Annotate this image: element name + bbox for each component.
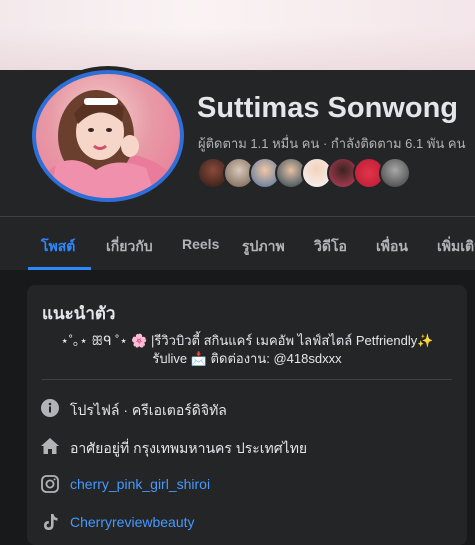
instagram-icon <box>40 474 60 494</box>
profile-avatar[interactable] <box>32 70 184 202</box>
friend-avatar[interactable] <box>379 157 411 189</box>
tab-friends[interactable]: เพื่อน <box>376 236 408 258</box>
tiktok-icon <box>40 512 60 532</box>
tab-more[interactable]: เพิ่มเติม <box>437 236 475 258</box>
home-icon <box>40 436 60 456</box>
tiktok-link[interactable]: Cherryreviewbeauty <box>70 514 195 530</box>
detail-text: อาศัยอยู่ที่ กรุงเทพมหานคร ประเทศไทย <box>70 440 308 456</box>
tab-photos[interactable]: รูปภาพ <box>242 236 285 258</box>
info-icon <box>40 398 60 418</box>
intro-divider <box>42 379 452 380</box>
profile-tabs: โพสต์ เกี่ยวกับ Reels รูปภาพ วิดีโอ เพื่… <box>0 217 475 270</box>
profile-name: Suttimas Sonwong <box>197 92 458 124</box>
active-tab-indicator <box>28 267 91 270</box>
tab-about[interactable]: เกี่ยวกับ <box>106 236 153 258</box>
bio-line: รับlive 📩 ติดต่องาน: @418sdxxx <box>152 351 342 366</box>
follower-stats[interactable]: ผู้ติดตาม 1.1 หมื่น คน · กำลังติดตาม 6.1… <box>198 133 466 154</box>
tab-videos[interactable]: วิดีโอ <box>314 236 347 258</box>
bio-line: ⋆˚｡⋆ ꕥᑫ ˚⋆ 🌸 |รีวิวบิวตี้ สกินแคร์ เมคอั… <box>60 333 434 348</box>
instagram-link[interactable]: cherry_pink_girl_shiroi <box>70 476 210 492</box>
detail-text: โปรไฟล์ · ครีเอเตอร์ดิจิทัล <box>70 402 227 418</box>
tab-posts[interactable]: โพสต์ <box>41 236 75 258</box>
intro-title: แนะนำตัว <box>42 304 116 323</box>
cover-photo-overlay <box>0 0 475 70</box>
intro-bio: ⋆˚｡⋆ ꕥᑫ ˚⋆ 🌸 |รีวิวบิวตี้ สกินแคร์ เมคอั… <box>42 332 452 368</box>
tab-reels[interactable]: Reels <box>182 236 219 252</box>
